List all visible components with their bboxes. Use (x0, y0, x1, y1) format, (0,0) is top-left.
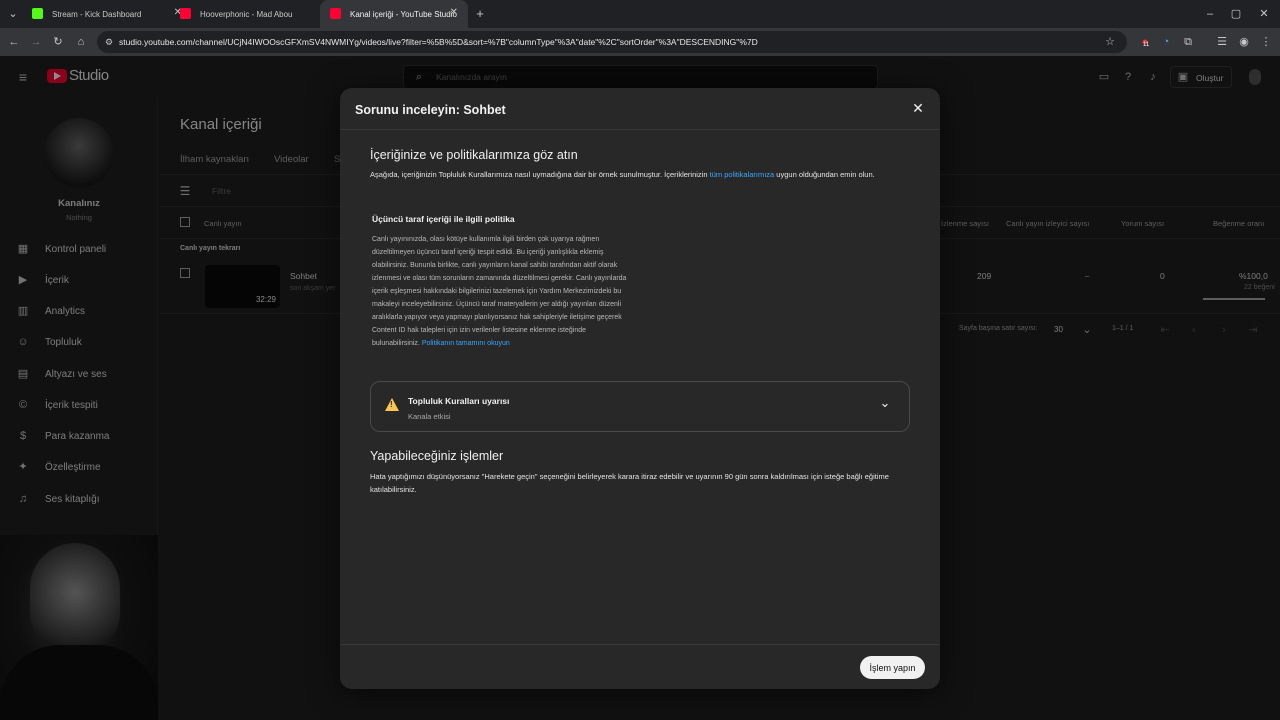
dialog-footer: İşlem yapın (340, 644, 940, 689)
tab-title: Kanal içeriği - YouTube Studio (350, 9, 457, 19)
section2-text: Hata yaptığımızı düşünüyorsanız "Hareket… (370, 472, 889, 494)
read-full-policy-link[interactable]: Politikanın tamamını okuyun (422, 340, 510, 347)
strike-accordion[interactable]: ! Topluluk Kuralları uyarısı Kanala etki… (370, 381, 910, 432)
kick-favicon-icon (32, 8, 43, 19)
tab-search-icon[interactable]: ⌄ (6, 7, 20, 21)
media-icon[interactable]: ◔ (1159, 35, 1173, 49)
policy-body-text: Canlı yayınınızda, olası kötüye kullanım… (372, 236, 627, 347)
chevron-down-icon[interactable]: ⌄ (879, 396, 891, 409)
back-icon[interactable]: ← (7, 35, 21, 49)
review-issue-dialog: Sorunu inceleyin: Sohbet ✕ İçeriğinize v… (340, 88, 940, 689)
section1-title: İçeriğinize ve politikalarımıza göz atın (370, 148, 578, 162)
tab-title: Stream - Kick Dashboard (52, 9, 142, 19)
browser-tab-studio[interactable]: Kanal içeriği - YouTube Studio ✕ (320, 0, 468, 28)
section1-text: Aşağıda, içeriğinizin Topluluk Kuralları… (370, 168, 910, 181)
browser-tab-kick[interactable]: Stream - Kick Dashboard ✕ (22, 0, 192, 28)
close-tab-icon[interactable]: ✕ (450, 7, 458, 18)
warning-title: Topluluk Kuralları uyarısı (408, 396, 510, 406)
new-tab-icon[interactable]: + (473, 7, 487, 21)
extensions-puzzle-icon[interactable]: ⧉ (1181, 35, 1195, 49)
maximize-icon[interactable]: ▢ (1229, 7, 1243, 21)
extension-badge: 11 (1143, 42, 1150, 48)
all-policies-link[interactable]: tüm politikalarımıza (710, 170, 775, 179)
youtube-favicon-icon (330, 8, 341, 19)
policy-body: Canlı yayınınızda, olası kötüye kullanım… (372, 233, 634, 350)
reload-icon[interactable]: ↻ (51, 35, 65, 49)
close-icon[interactable]: ✕ (911, 101, 925, 115)
youtube-favicon-icon (180, 8, 191, 19)
section1-text-b: uygun olduğundan emin olun. (774, 170, 875, 179)
dialog-title: Sorunu inceleyin: Sohbet (355, 103, 506, 117)
window-close-icon[interactable]: ✕ (1257, 7, 1271, 21)
profile-icon[interactable]: ◉ (1237, 35, 1251, 49)
take-action-button[interactable]: İşlem yapın (860, 656, 925, 679)
section2-title: Yapabileceğiniz işlemler (370, 449, 504, 463)
browser-tab-bar: ⌄ Stream - Kick Dashboard ✕ Hooverphonic… (0, 0, 1280, 28)
dialog-header: Sorunu inceleyin: Sohbet ✕ (340, 88, 940, 130)
warning-subtitle: Kanala etkisi (408, 412, 451, 421)
forward-icon[interactable]: → (29, 35, 43, 49)
section1-text-a: Aşağıda, içeriğinizin Topluluk Kuralları… (370, 170, 710, 179)
url-text: studio.youtube.com/channel/UCjN4IWOOscGF… (119, 37, 758, 47)
media-controls-icon[interactable]: ☰ (1215, 35, 1229, 49)
bookmark-star-icon[interactable]: ☆ (1103, 35, 1117, 49)
tab-title: Hooverphonic - Mad Abou (200, 9, 293, 19)
address-bar-row: ← → ↻ ⌂ ⚙ studio.youtube.com/channel/UCj… (0, 28, 1280, 56)
url-field[interactable]: ⚙ studio.youtube.com/channel/UCjN4IWOOsc… (97, 31, 1127, 53)
browser-menu-icon[interactable]: ⋮ (1259, 35, 1273, 49)
minimize-icon[interactable]: – (1203, 7, 1217, 21)
home-icon[interactable]: ⌂ (74, 35, 88, 49)
warning-exclaim: ! (390, 400, 393, 409)
site-info-icon[interactable]: ⚙ (102, 35, 116, 49)
policy-title: Üçüncü taraf içeriği ile ilgili politika (372, 214, 515, 224)
browser-tab-hooverphonic[interactable]: Hooverphonic - Mad Abou ✕ (170, 0, 340, 28)
